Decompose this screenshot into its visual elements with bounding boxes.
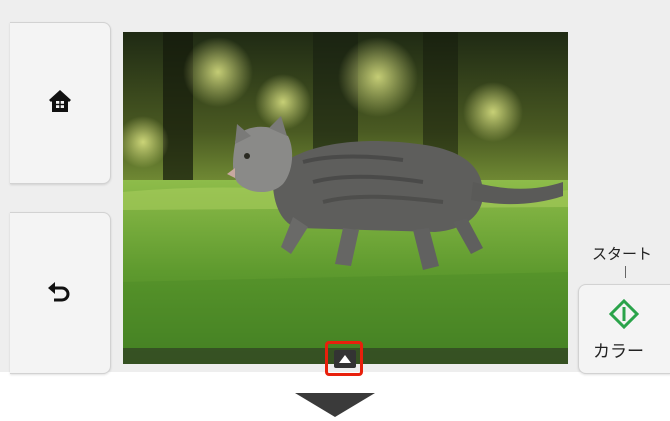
kitten-photo: [123, 32, 568, 364]
highlight-frame: [325, 341, 363, 376]
start-caption: スタート: [592, 245, 653, 263]
color-start-label: カラー: [593, 342, 644, 362]
printer-panel: スタート カラー: [0, 0, 670, 376]
back-arrow-icon: [47, 280, 73, 306]
home-icon: [47, 88, 73, 118]
home-button[interactable]: [10, 22, 111, 184]
color-start-button[interactable]: カラー: [578, 284, 670, 374]
photo-preview[interactable]: [123, 32, 568, 364]
chevron-down-icon[interactable]: [295, 393, 375, 421]
start-caption-leader: [625, 266, 626, 278]
diamond-start-icon: [608, 298, 640, 333]
back-button[interactable]: [10, 212, 111, 374]
